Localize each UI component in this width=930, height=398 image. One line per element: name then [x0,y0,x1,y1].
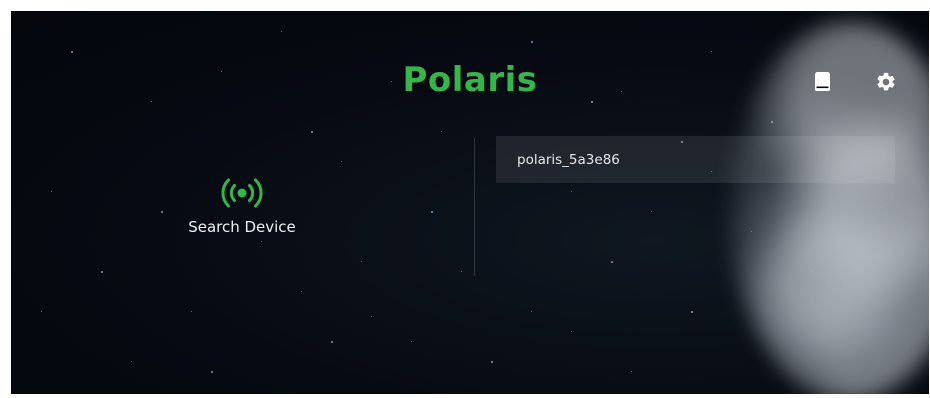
star [71,51,73,53]
star [301,291,302,292]
device-list-item[interactable]: polaris_5a3e86 [496,136,895,183]
star [341,161,342,162]
broadcast-icon [221,178,263,208]
star [191,311,192,312]
star [491,361,493,363]
settings-button[interactable] [872,68,900,96]
star [591,101,593,103]
star [431,211,433,213]
star [161,211,163,213]
star [531,311,532,312]
star [411,341,412,342]
star [461,271,462,272]
panel-divider [474,138,475,276]
star [571,331,572,332]
star [281,31,282,32]
star [711,51,712,52]
star [441,131,442,132]
star [361,261,362,262]
search-device-label: Search Device [188,218,296,236]
star [631,371,632,372]
gear-icon [877,72,895,91]
app-window: Polaris Search Device polaris_5a3e86 [11,11,929,394]
book-icon [815,72,830,91]
star [311,131,313,133]
manual-button[interactable] [809,68,837,96]
star [41,311,42,312]
search-device-button[interactable]: Search Device [174,176,310,246]
star [51,191,52,192]
star [571,191,572,192]
star [101,271,103,273]
star [531,41,533,43]
device-name: polaris_5a3e86 [517,151,620,168]
star [131,361,132,362]
app-title: Polaris [402,60,538,100]
star [211,371,213,373]
star [151,101,152,102]
nebula-cloud-lower [749,171,909,391]
star [371,316,372,317]
star [691,311,693,313]
star [331,341,333,343]
star [611,261,613,263]
star [651,211,652,212]
